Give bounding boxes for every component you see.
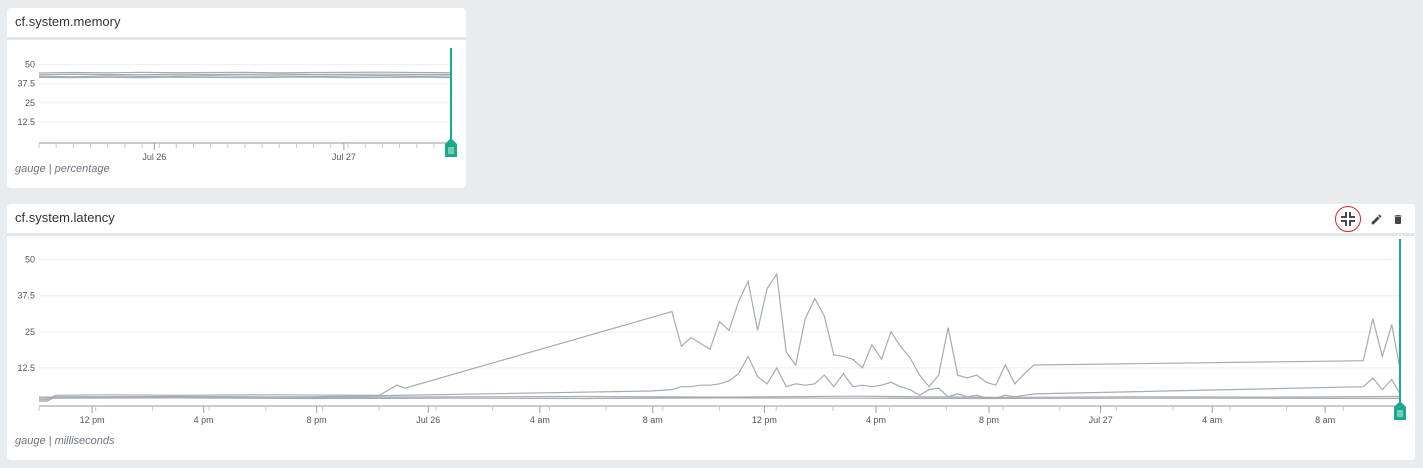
x-tick-label: 8 am <box>1315 415 1335 425</box>
latency-chart[interactable]: 50 37.5 25 12.5 12 pm 4 pm 8 pm Jul 26 4 am 8 am 1… <box>7 236 1415 426</box>
edit-button[interactable] <box>1365 208 1387 230</box>
series-line-3 <box>38 76 452 79</box>
y-tick-label: 25 <box>25 327 35 337</box>
y-tick-label: 37.5 <box>17 291 35 301</box>
minimize-button[interactable] <box>1335 206 1361 232</box>
x-tick-label: 8 pm <box>979 415 999 425</box>
time-cursor-handle[interactable] <box>445 138 457 157</box>
delete-button[interactable] <box>1387 208 1409 230</box>
pencil-icon <box>1371 214 1381 224</box>
panel-footer: gauge | percentage <box>15 163 110 175</box>
footer-unit: percentage <box>54 163 110 175</box>
x-tick-label: 8 am <box>643 415 663 425</box>
panel-title: cf.system.latency <box>15 210 115 225</box>
panel-toolbar <box>1335 206 1409 232</box>
x-tick-label: 4 am <box>530 415 550 425</box>
series-line-0 <box>39 272 1401 401</box>
x-tick-label: 12 pm <box>80 415 105 425</box>
minimize-icon <box>1341 212 1355 226</box>
x-tick-label: Jul 27 <box>332 152 356 162</box>
latency-panel: cf.system.latency 50 37.5 25 12.5 12 pm 4 pm 8… <box>7 204 1415 460</box>
footer-type: gauge <box>15 163 46 175</box>
series-line-2 <box>38 395 1401 399</box>
series-line-3 <box>38 397 1401 400</box>
memory-panel: cf.system.memory 50 37.5 25 12.5 Jul 26 Jul 2… <box>7 8 466 188</box>
series-line-0 <box>38 71 452 74</box>
time-cursor-handle[interactable] <box>1394 401 1406 420</box>
y-tick-label: 12.5 <box>17 117 35 127</box>
x-tick-label: 8 pm <box>307 415 327 425</box>
panel-title: cf.system.memory <box>15 14 121 29</box>
panel-footer: gauge | milliseconds <box>15 435 115 447</box>
footer-type: gauge <box>15 435 46 447</box>
y-tick-label: 12.5 <box>17 363 35 373</box>
y-tick-label: 25 <box>25 98 35 108</box>
y-tick-label: 50 <box>25 60 35 70</box>
x-tick-label: 12 pm <box>752 415 777 425</box>
y-tick-label: 37.5 <box>17 79 35 89</box>
trash-icon <box>1394 214 1402 224</box>
y-tick-label: 50 <box>25 255 35 265</box>
series-line-1 <box>38 73 452 76</box>
series-line-2 <box>38 74 452 78</box>
x-tick-label: 4 pm <box>194 415 214 425</box>
memory-chart[interactable]: 50 37.5 25 12.5 Jul 26 Jul 27 <box>7 40 466 170</box>
footer-unit: milliseconds <box>54 435 115 447</box>
x-tick-label: 4 pm <box>866 415 886 425</box>
x-tick-label: Jul 27 <box>1089 415 1113 425</box>
x-tick-label: Jul 26 <box>416 415 440 425</box>
x-tick-label: 4 am <box>1202 415 1222 425</box>
x-tick-label: Jul 26 <box>142 152 166 162</box>
